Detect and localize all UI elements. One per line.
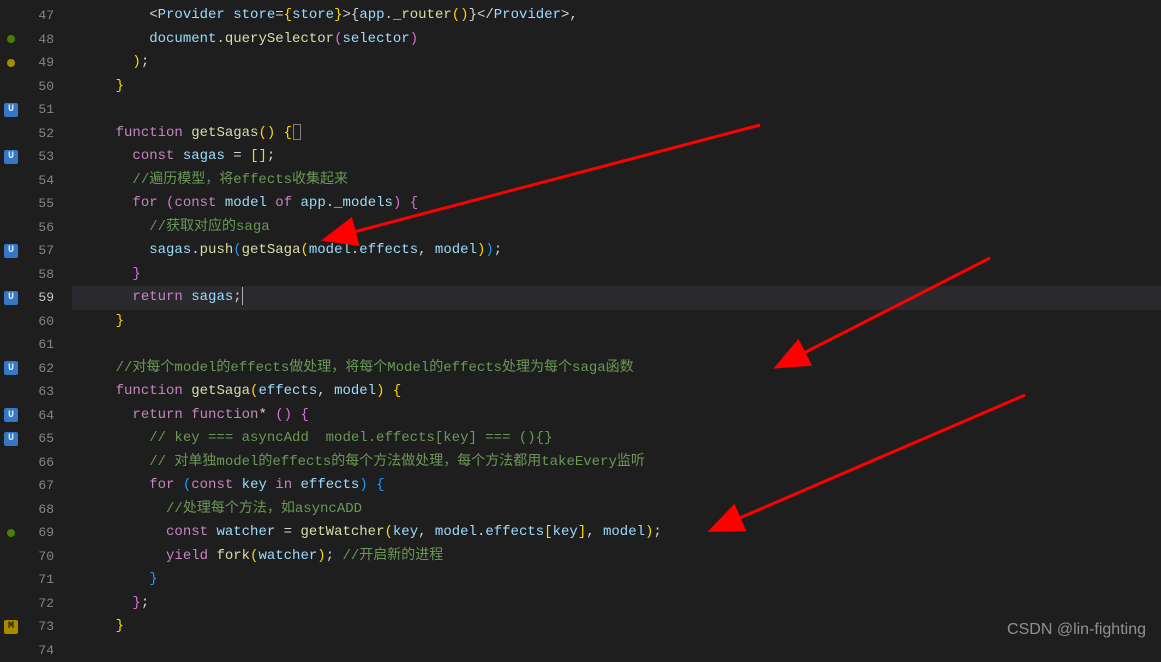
line-number: 48 <box>22 28 54 52</box>
code-line[interactable] <box>72 639 1161 662</box>
code-line[interactable]: //对每个model的effects做处理，将每个Model的effects处理… <box>72 357 1161 381</box>
line-number: 71 <box>22 568 54 592</box>
code-line[interactable]: return function* () { <box>72 404 1161 428</box>
line-number: 52 <box>22 122 54 146</box>
code-line[interactable]: function getSagas() { <box>72 122 1161 146</box>
code-line[interactable]: // 对单独model的effects的每个方法做处理，每个方法都用takeEv… <box>72 451 1161 475</box>
code-line[interactable]: document.querySelector(selector) <box>72 28 1161 52</box>
gutter-marker <box>0 122 22 146</box>
gutter-marker <box>0 216 22 240</box>
gutter-marker: U <box>0 239 22 263</box>
code-line[interactable]: //处理每个方法，如asyncADD <box>72 498 1161 522</box>
code-line[interactable]: sagas.push(getSaga(model.effects, model)… <box>72 239 1161 263</box>
gutter-marker <box>0 310 22 334</box>
line-number: 69 <box>22 521 54 545</box>
code-line[interactable]: } <box>72 263 1161 287</box>
code-line[interactable]: //遍历模型，将effects收集起来 <box>72 169 1161 193</box>
code-line[interactable]: const sagas = []; <box>72 145 1161 169</box>
line-number: 47 <box>22 4 54 28</box>
gutter-marker <box>0 592 22 616</box>
gutter-marker <box>0 521 22 545</box>
gutter-marker <box>0 545 22 569</box>
code-line[interactable]: for (const model of app._models) { <box>72 192 1161 216</box>
gutter-marker <box>0 474 22 498</box>
line-number-gutter: 4748495051525354555657585960616263646566… <box>22 0 72 647</box>
line-number: 50 <box>22 75 54 99</box>
code-line[interactable]: for (const key in effects) { <box>72 474 1161 498</box>
gutter-marker: U <box>0 404 22 428</box>
line-number: 54 <box>22 169 54 193</box>
code-line[interactable]: function getSaga(effects, model) { <box>72 380 1161 404</box>
line-number: 63 <box>22 380 54 404</box>
gutter-marker <box>0 4 22 28</box>
code-line[interactable] <box>72 98 1161 122</box>
line-number: 68 <box>22 498 54 522</box>
code-line[interactable]: } <box>72 310 1161 334</box>
code-line[interactable] <box>72 333 1161 357</box>
gutter-marker <box>0 498 22 522</box>
gutter-marker <box>0 169 22 193</box>
gutter-marker: U <box>0 286 22 310</box>
line-number: 53 <box>22 145 54 169</box>
line-number: 59 <box>22 286 54 310</box>
line-number: 60 <box>22 310 54 334</box>
line-number: 49 <box>22 51 54 75</box>
gutter-marker: U <box>0 98 22 122</box>
gutter-marker <box>0 380 22 404</box>
watermark: CSDN @lin-fighting <box>1007 621 1146 639</box>
gutter-marker <box>0 568 22 592</box>
line-number: 70 <box>22 545 54 569</box>
gutter-marker <box>0 51 22 75</box>
code-line[interactable]: } <box>72 568 1161 592</box>
line-number: 74 <box>22 639 54 662</box>
gutter-marker <box>0 28 22 52</box>
gutter-marker <box>0 75 22 99</box>
gutter-marker <box>0 192 22 216</box>
line-number: 64 <box>22 404 54 428</box>
line-number: 57 <box>22 239 54 263</box>
code-line[interactable]: ); <box>72 51 1161 75</box>
line-number: 55 <box>22 192 54 216</box>
code-line[interactable]: // key === asyncAdd model.effects[key] =… <box>72 427 1161 451</box>
gutter-marker <box>0 451 22 475</box>
line-number: 72 <box>22 592 54 616</box>
line-number: 58 <box>22 263 54 287</box>
line-number: 73 <box>22 615 54 639</box>
gutter-marker: U <box>0 145 22 169</box>
line-number: 67 <box>22 474 54 498</box>
code-line[interactable]: }; <box>72 592 1161 616</box>
code-line[interactable]: //获取对应的saga <box>72 216 1161 240</box>
line-number: 65 <box>22 427 54 451</box>
code-line[interactable]: } <box>72 615 1161 639</box>
code-line[interactable]: const watcher = getWatcher(key, model.ef… <box>72 521 1161 545</box>
code-editor[interactable]: <Provider store={store}>{app._router()}<… <box>72 0 1161 647</box>
gutter-marker <box>0 639 22 662</box>
line-number: 56 <box>22 216 54 240</box>
code-line[interactable]: } <box>72 75 1161 99</box>
gutter-markers: UUUUUUUM <box>0 0 22 647</box>
gutter-marker: M <box>0 615 22 639</box>
gutter-marker: U <box>0 427 22 451</box>
code-line[interactable]: <Provider store={store}>{app._router()}<… <box>72 4 1161 28</box>
line-number: 61 <box>22 333 54 357</box>
gutter-marker <box>0 333 22 357</box>
line-number: 51 <box>22 98 54 122</box>
gutter-marker <box>0 263 22 287</box>
code-line[interactable]: yield fork(watcher); //开启新的进程 <box>72 545 1161 569</box>
line-number: 62 <box>22 357 54 381</box>
gutter-marker: U <box>0 357 22 381</box>
code-line-active[interactable]: return sagas; <box>72 286 1161 310</box>
line-number: 66 <box>22 451 54 475</box>
editor-container: UUUUUUUM 4748495051525354555657585960616… <box>0 0 1161 647</box>
